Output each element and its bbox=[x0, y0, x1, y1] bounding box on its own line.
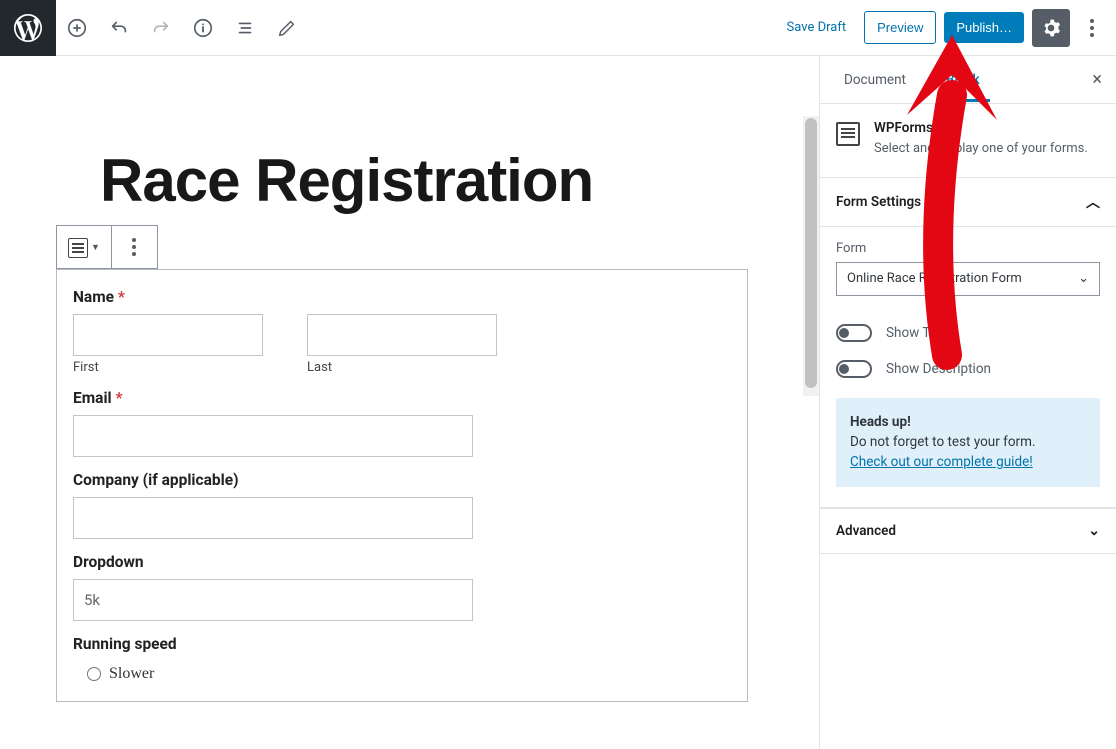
chevron-down-icon: ⌄ bbox=[1088, 523, 1100, 539]
redo-icon[interactable] bbox=[140, 0, 182, 56]
block-toolbar: ▼ bbox=[56, 225, 158, 269]
dropdown-select[interactable]: 5k bbox=[73, 579, 473, 621]
chevron-up-icon: ︿ bbox=[1086, 192, 1100, 212]
field-label-company: Company (if applicable) bbox=[73, 471, 731, 489]
preview-button[interactable]: Preview bbox=[864, 11, 936, 44]
show-title-toggle[interactable]: Show Title bbox=[836, 324, 1100, 342]
last-name-sublabel: Last bbox=[307, 360, 497, 375]
tab-block[interactable]: Block bbox=[936, 58, 990, 102]
editor-scrollbar[interactable] bbox=[803, 116, 819, 396]
settings-sidebar: Document Block × WPForms Select and disp… bbox=[819, 56, 1116, 749]
add-block-icon[interactable] bbox=[56, 0, 98, 56]
tab-document[interactable]: Document bbox=[834, 58, 916, 102]
form-preview-block[interactable]: Name * First Last Email * bbox=[56, 269, 748, 702]
heads-up-notice: Heads up! Do not forget to test your for… bbox=[836, 398, 1100, 487]
wordpress-logo[interactable] bbox=[0, 0, 56, 56]
field-label-running-speed: Running speed bbox=[73, 635, 731, 653]
block-more-icon[interactable] bbox=[112, 226, 157, 268]
more-options-icon[interactable] bbox=[1078, 9, 1106, 47]
panel-advanced-header[interactable]: Advanced ⌄ bbox=[820, 508, 1116, 554]
content-info-icon[interactable] bbox=[182, 0, 224, 56]
block-description: Select and display one of your forms. bbox=[874, 140, 1088, 159]
field-label-dropdown: Dropdown bbox=[73, 553, 731, 571]
editor-canvas[interactable]: Race Registration ▼ Name * bbox=[0, 56, 819, 749]
field-label-name: Name * bbox=[73, 288, 731, 306]
editor-top-toolbar: Save Draft Preview Publish… bbox=[0, 0, 1116, 56]
email-input[interactable] bbox=[73, 415, 473, 457]
company-input[interactable] bbox=[73, 497, 473, 539]
undo-icon[interactable] bbox=[98, 0, 140, 56]
close-sidebar-icon[interactable]: × bbox=[1092, 69, 1102, 90]
publish-button[interactable]: Publish… bbox=[944, 12, 1024, 43]
chevron-down-icon: ⌄ bbox=[1078, 271, 1089, 286]
show-description-toggle[interactable]: Show Description bbox=[836, 360, 1100, 378]
block-type-icon[interactable]: ▼ bbox=[57, 226, 112, 268]
wpforms-block-icon bbox=[836, 122, 860, 146]
settings-gear-icon[interactable] bbox=[1032, 9, 1070, 47]
block-name: WPForms bbox=[874, 120, 1088, 136]
panel-form-settings-header[interactable]: Form Settings ︿ bbox=[820, 178, 1116, 227]
edit-pencil-icon[interactable] bbox=[266, 0, 308, 56]
form-field-label: Form bbox=[836, 241, 1100, 256]
first-name-input[interactable] bbox=[73, 314, 263, 356]
field-label-email: Email * bbox=[73, 389, 731, 407]
form-select[interactable]: Online Race Registration Form ⌄ bbox=[836, 262, 1100, 296]
block-nav-icon[interactable] bbox=[224, 0, 266, 56]
running-speed-option-slower[interactable]: Slower bbox=[73, 661, 731, 683]
page-title[interactable]: Race Registration bbox=[100, 146, 769, 215]
first-name-sublabel: First bbox=[73, 360, 263, 375]
complete-guide-link[interactable]: Check out our complete guide! bbox=[850, 454, 1033, 470]
last-name-input[interactable] bbox=[307, 314, 497, 356]
save-draft-button[interactable]: Save Draft bbox=[777, 20, 857, 35]
